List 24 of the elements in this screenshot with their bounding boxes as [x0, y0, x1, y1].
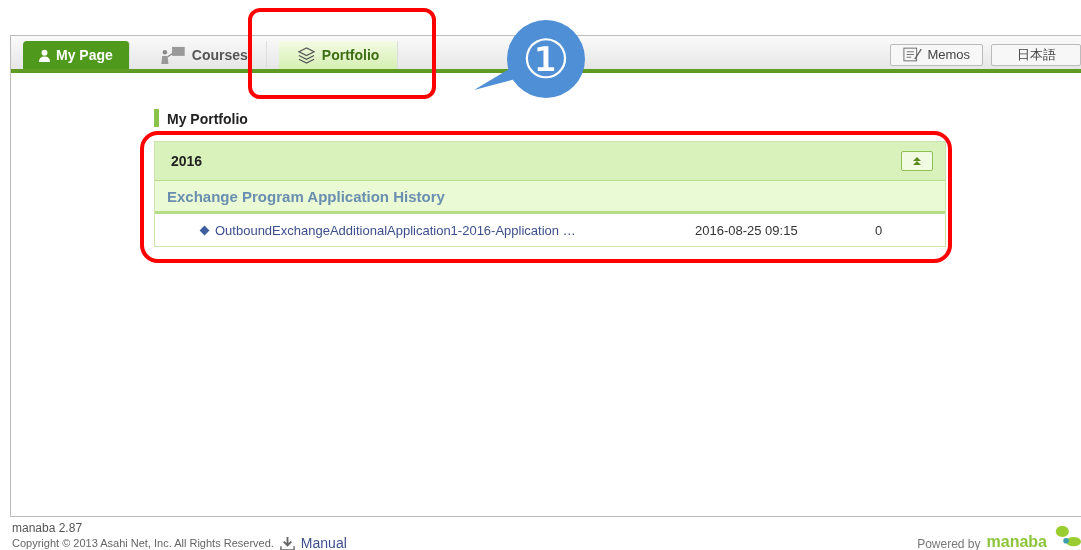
entry-count: 0 [875, 222, 883, 238]
entry-link[interactable]: OutboundExchangeAdditionalApplication1-2016-Application … [215, 222, 695, 238]
download-icon [279, 535, 295, 550]
copyright-text: Copyright © 2013 Asahi Net, Inc. All Rights Reserved. [12, 537, 274, 549]
entry-date: 2016-08-25 09:15 [695, 222, 799, 238]
version-text: manaba 2.87 [12, 521, 84, 535]
collapse-icon [912, 156, 922, 166]
stack-icon [296, 46, 316, 64]
year-heading: 2016 [171, 153, 203, 169]
tab[interactable]: Portfolio [278, 41, 399, 69]
presenter-icon [159, 46, 186, 64]
category-heading: Exchange Program Application History [167, 187, 445, 205]
section-title: My Portfolio [154, 109, 946, 127]
powered-by-text: Powered by [917, 537, 981, 550]
tab[interactable]: My Page [23, 41, 130, 69]
memo-icon [903, 47, 924, 62]
header-button[interactable]: 日本語 [991, 43, 1081, 66]
collapse-button[interactable] [901, 151, 933, 171]
callout-badge: ① [507, 20, 585, 98]
header-button[interactable]: Memos [890, 43, 983, 66]
person-icon [39, 48, 50, 62]
tab[interactable]: Courses [141, 41, 267, 69]
brand-name: manaba [986, 533, 1047, 550]
manual-link[interactable]: Manual [300, 535, 347, 550]
